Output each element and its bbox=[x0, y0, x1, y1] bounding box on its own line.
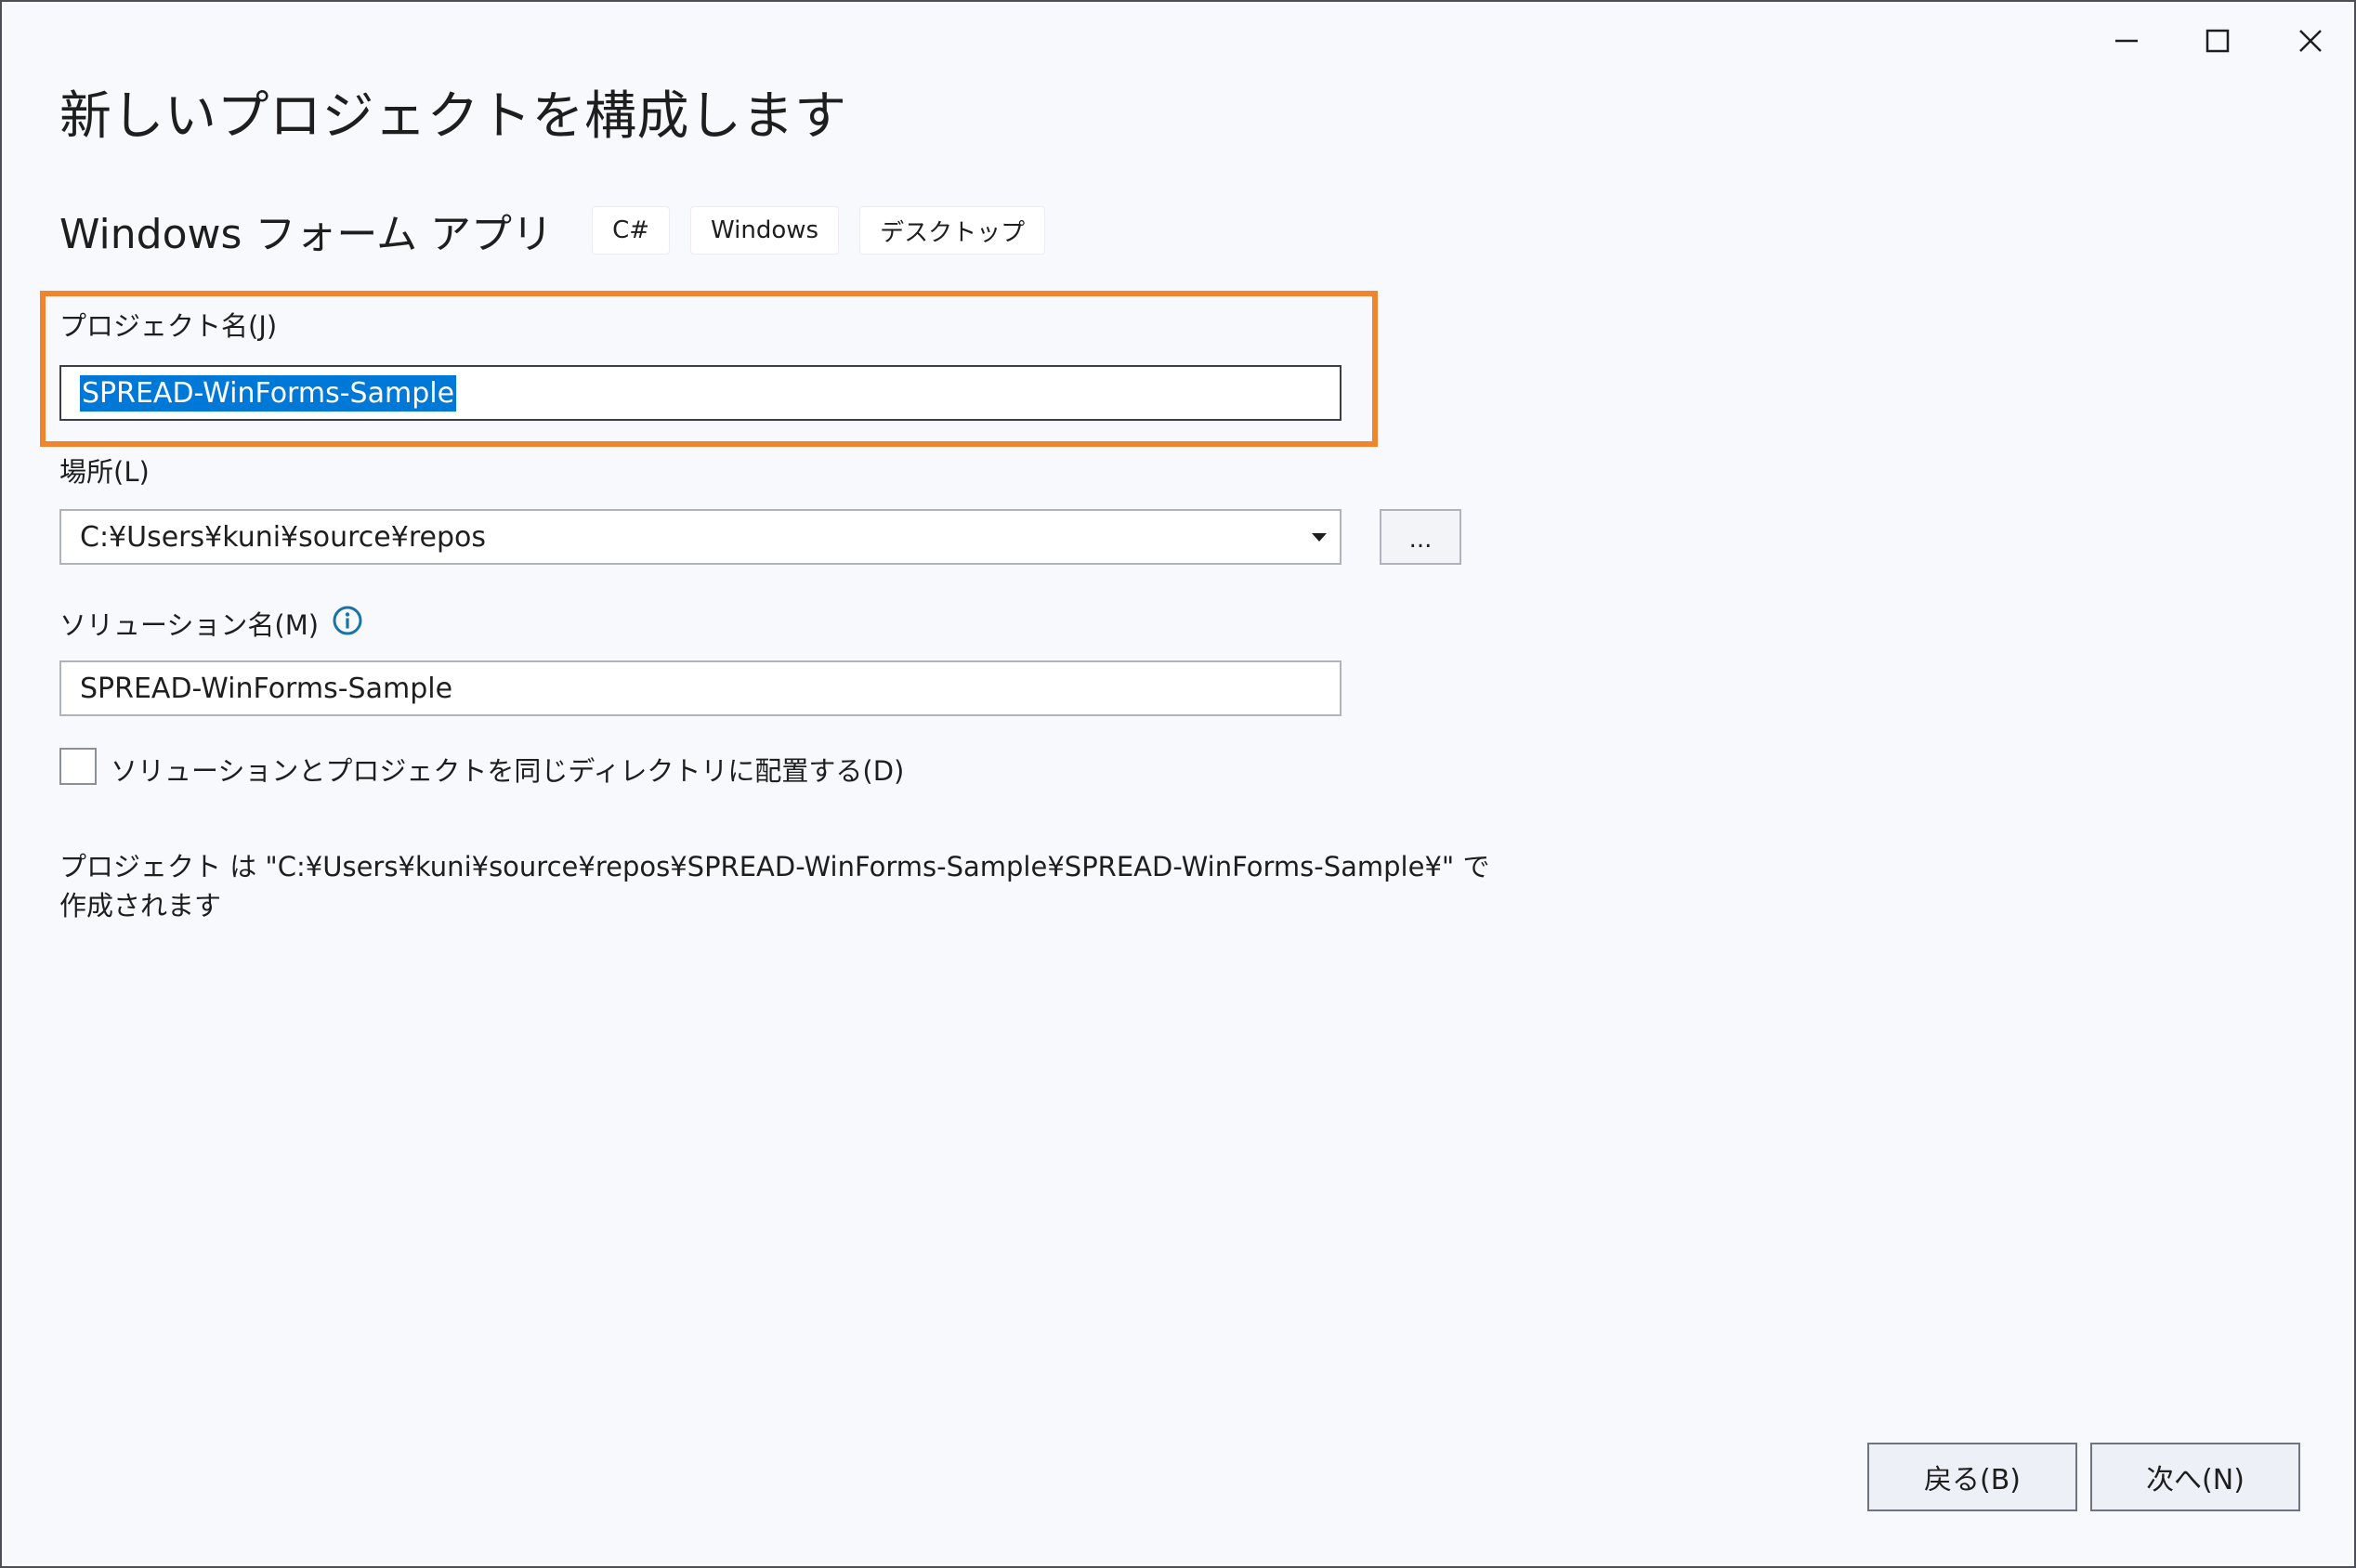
solution-name-input[interactable]: SPREAD-WinForms-Sample bbox=[59, 660, 1342, 716]
same-directory-checkbox[interactable] bbox=[59, 748, 97, 785]
tag-project-type: デスクトップ bbox=[859, 206, 1046, 255]
tag-platform: Windows bbox=[690, 206, 840, 255]
dialog-window: 新しいプロジェクトを構成します Windows フォーム アプリ C# Wind… bbox=[0, 0, 2356, 1568]
info-icon[interactable] bbox=[332, 605, 363, 643]
project-name-input[interactable]: SPREAD-WinForms-Sample bbox=[59, 365, 1342, 421]
close-icon bbox=[2299, 30, 2322, 52]
location-label: 場所(L) bbox=[59, 456, 150, 488]
solution-name-label-row: ソリューション名(M) bbox=[59, 604, 363, 643]
page-title: 新しいプロジェクトを構成します bbox=[59, 86, 847, 147]
location-combobox[interactable]: C:¥Users¥kuni¥source¥repos bbox=[59, 509, 1342, 565]
minimize-icon bbox=[2115, 39, 2138, 43]
solution-name-value: SPREAD-WinForms-Sample bbox=[80, 672, 453, 705]
maximize-button[interactable] bbox=[2179, 13, 2257, 69]
same-directory-label[interactable]: ソリューションとプロジェクトを同じディレクトリに配置する(D) bbox=[111, 750, 904, 789]
project-name-label: プロジェクト名(J) bbox=[59, 310, 278, 342]
minimize-button[interactable] bbox=[2088, 13, 2166, 69]
tag-language: C# bbox=[592, 206, 671, 255]
next-button[interactable]: 次へ(N) bbox=[2090, 1443, 2300, 1511]
template-name: Windows フォーム アプリ bbox=[59, 211, 554, 258]
project-name-value: SPREAD-WinForms-Sample bbox=[80, 374, 457, 412]
summary-line-2: 作成されます bbox=[59, 890, 222, 921]
browse-button[interactable]: ... bbox=[1380, 509, 1461, 565]
solution-name-label: ソリューション名(M) bbox=[59, 609, 320, 641]
template-info: Windows フォーム アプリ C# Windows デスクトップ bbox=[59, 204, 1066, 258]
maximize-icon bbox=[2205, 29, 2230, 53]
back-button[interactable]: 戻る(B) bbox=[1867, 1443, 2077, 1511]
close-button[interactable] bbox=[2271, 13, 2349, 69]
summary-line-1: プロジェクト は "C:¥Users¥kuni¥source¥repos¥SPR… bbox=[59, 851, 1490, 882]
project-path-summary: プロジェクト は "C:¥Users¥kuni¥source¥repos¥SPR… bbox=[59, 847, 1489, 925]
chevron-down-icon[interactable] bbox=[1312, 533, 1327, 542]
location-value: C:¥Users¥kuni¥source¥repos bbox=[80, 520, 487, 554]
